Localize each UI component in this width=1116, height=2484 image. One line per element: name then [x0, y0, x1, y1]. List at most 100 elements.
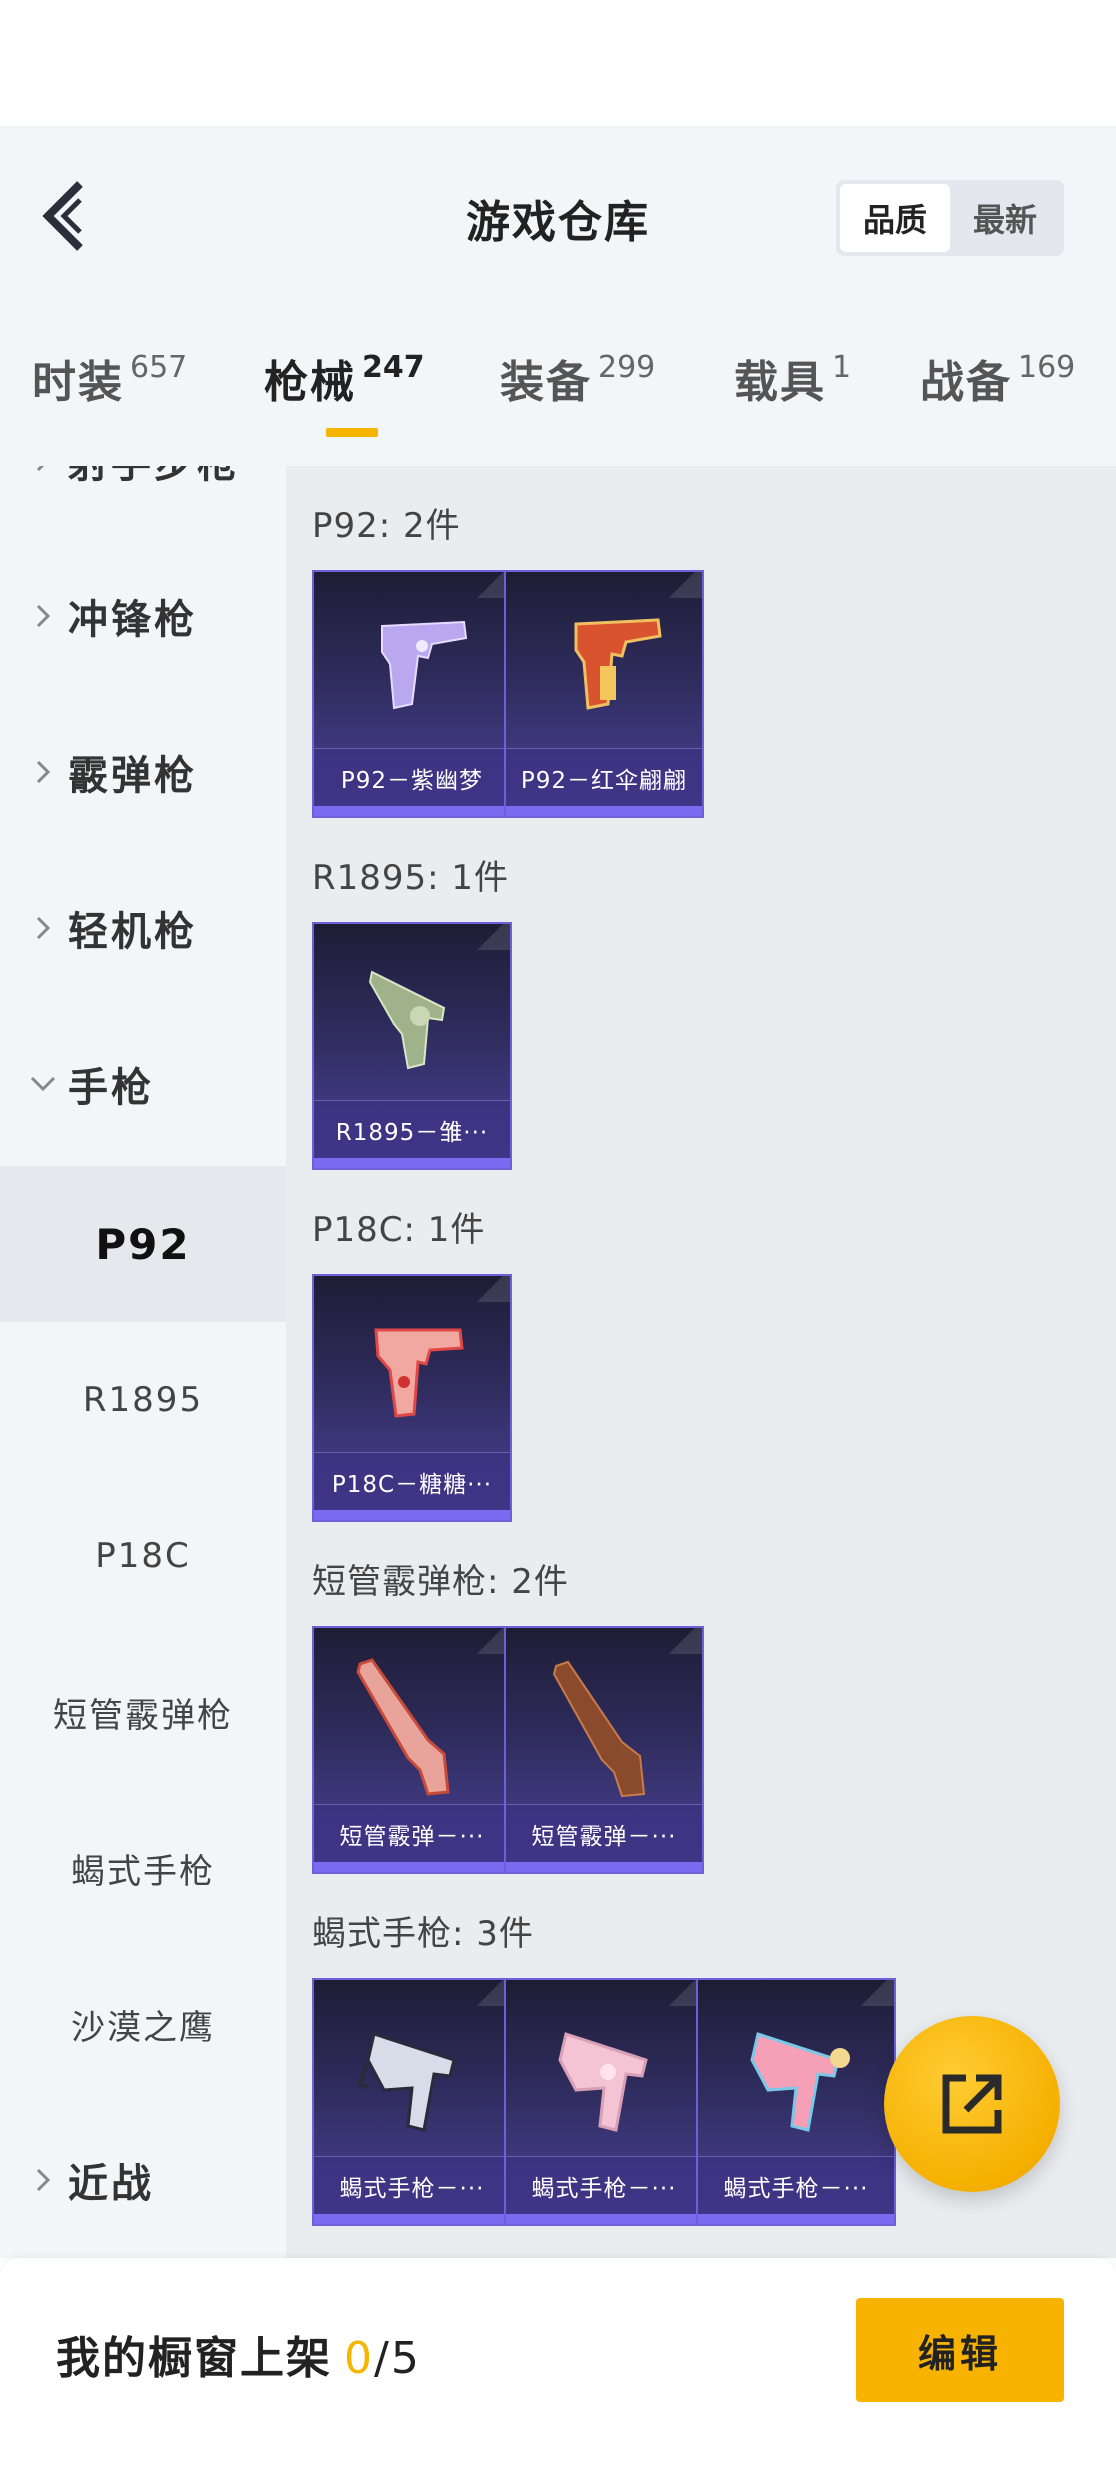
sidebar-subitem-desert-eagle[interactable]: 沙漠之鹰 [0, 1946, 286, 2102]
item-card[interactable]: 短管霰弹－··· [504, 1626, 704, 1874]
shotgun-skin-image [356, 1658, 450, 1796]
sidebar-item-smg[interactable]: 冲锋枪 [0, 538, 286, 694]
share-button[interactable] [884, 2016, 1060, 2192]
tab-vehicles[interactable]: 载具 1 [734, 346, 851, 410]
tab-count: 657 [130, 350, 188, 385]
item-name-bar: P92－红伞翩翩 [506, 748, 702, 806]
tab-count: 247 [362, 350, 425, 385]
tab-label: 时装 [32, 357, 124, 408]
shotgun-skin-image [552, 1660, 646, 1798]
sidebar-item-label: 霰弹枪 [68, 753, 197, 799]
item-name-bar: 短管霰弹－··· [506, 1804, 702, 1862]
sidebar-subitem-sawed-off[interactable]: 短管霰弹枪 [0, 1634, 286, 1790]
sidebar-subitem-skorpion[interactable]: 蝎式手枪 [0, 1790, 286, 1946]
item-name-bar: 短管霰弹－··· [314, 1804, 510, 1862]
chevron-down-icon [28, 1069, 58, 1099]
group-title: P18C: 1件 [312, 1210, 486, 1250]
item-name: 短管霰弹－··· [531, 1823, 677, 1850]
chevron-right-icon [28, 913, 58, 943]
tab-supplies[interactable]: 战备 169 [920, 346, 1075, 410]
pistol-skin-image [574, 618, 662, 710]
item-row: P18C－糖糖··· [312, 1274, 512, 1522]
chevron-right-icon [28, 466, 58, 475]
item-card[interactable]: 蝎式手枪－··· [696, 1978, 896, 2226]
group-title: R1895: 1件 [312, 858, 510, 898]
sidebar-subitem-p18c[interactable]: P18C [0, 1478, 286, 1634]
sidebar-subitem-label: R1895 [82, 1380, 204, 1420]
item-card[interactable]: P18C－糖糖··· [312, 1274, 512, 1522]
item-row: 蝎式手枪－··· 蝎式手枪－··· 蝎式手枪－··· [312, 1978, 896, 2226]
share-export-icon [942, 2074, 1002, 2134]
item-card[interactable]: P92－红伞翩翩 [504, 570, 704, 818]
item-name-bar: P92－紫幽梦 [314, 748, 510, 806]
tab-label: 载具 [734, 357, 826, 408]
active-tab-indicator [326, 428, 378, 437]
item-row: P92－紫幽梦 P92－红伞翩翩 [312, 570, 704, 818]
sidebar-item-label: 手枪 [68, 1065, 154, 1111]
app-header: 游戏仓库 品质 最新 [0, 126, 1116, 306]
tab-equipment[interactable]: 装备 299 [500, 346, 655, 410]
category-tabs: 时装 657 枪械 247 装备 299 载具 1 战备 169 [0, 306, 1116, 466]
item-name-bar: R1895－雏··· [314, 1100, 510, 1158]
item-card[interactable]: 蝎式手枪－··· [312, 1978, 512, 2226]
sidebar-item-pistol[interactable]: 手枪 [0, 1006, 286, 1162]
showcase-total-count: 5 [390, 2333, 421, 2384]
sidebar-subitem-label: 短管霰弹枪 [53, 1695, 233, 1736]
item-name: 蝎式手枪－··· [723, 2175, 869, 2202]
item-name: P92－红伞翩翩 [520, 767, 688, 794]
weapon-category-sidebar: 射手步枪 冲锋枪 霰弹枪 轻机枪 手枪 P92 R1895 P18C 短管霰弹枪… [0, 466, 286, 2258]
item-row: 短管霰弹－··· 短管霰弹－··· [312, 1626, 704, 1874]
chevron-right-icon [28, 601, 58, 631]
item-name: R1895－雏··· [335, 1119, 489, 1146]
sidebar-item-melee[interactable]: 近战 [0, 2102, 286, 2258]
item-name: P92－紫幽梦 [340, 767, 484, 794]
tab-count: 1 [832, 350, 852, 385]
showcase-label: 我的橱窗上架 [56, 2333, 332, 2384]
item-name: 短管霰弹－··· [339, 1823, 485, 1850]
item-card[interactable]: 蝎式手枪－··· [504, 1978, 704, 2226]
showcase-separator: / [374, 2333, 391, 2384]
item-name-bar: P18C－糖糖··· [314, 1452, 510, 1510]
item-name-bar: 蝎式手枪－··· [698, 2156, 894, 2214]
sidebar-subitem-label: 蝎式手枪 [71, 1851, 215, 1892]
item-name: 蝎式手枪－··· [339, 2175, 485, 2202]
sort-option-newest[interactable]: 最新 [950, 184, 1060, 252]
tab-count: 169 [1018, 350, 1076, 385]
status-bar [0, 0, 1116, 126]
sidebar-item-label: 冲锋枪 [68, 597, 197, 643]
sidebar-item-label: 轻机枪 [68, 909, 197, 955]
sidebar-subitem-label: P18C [95, 1536, 191, 1576]
chevron-right-icon [28, 2165, 58, 2195]
edit-button[interactable]: 编辑 [856, 2298, 1064, 2402]
sort-option-quality[interactable]: 品质 [840, 184, 950, 252]
sidebar-item-shotgun[interactable]: 霰弹枪 [0, 694, 286, 850]
item-name-bar: 蝎式手枪－··· [314, 2156, 510, 2214]
tab-count: 299 [598, 350, 656, 385]
item-name-bar: 蝎式手枪－··· [506, 2156, 702, 2214]
sidebar-subitem-label: P92 [95, 1219, 191, 1269]
item-name: P18C－糖糖··· [331, 1471, 493, 1498]
item-row: R1895－雏··· [312, 922, 512, 1170]
sidebar-item-label: 近战 [68, 2161, 154, 2207]
item-list: P92: 2件 P92－紫幽梦 P92－红伞翩翩 R1895: 1件 R1895… [286, 466, 1116, 2258]
smg-skin-image [558, 2032, 648, 2132]
item-card[interactable]: R1895－雏··· [312, 922, 512, 1170]
pistol-skin-image [374, 1328, 464, 1418]
tab-firearms[interactable]: 枪械 247 [264, 346, 425, 410]
item-card[interactable]: 短管霰弹－··· [312, 1626, 512, 1874]
chevron-right-icon [28, 757, 58, 787]
group-title: 蝎式手枪: 3件 [312, 1914, 534, 1954]
revolver-skin-image [368, 970, 446, 1070]
showcase-used-count: 0 [344, 2333, 374, 2384]
tab-fashion[interactable]: 时装 657 [32, 346, 187, 410]
sidebar-item-marksman-rifle[interactable]: 射手步枪 [0, 466, 286, 538]
item-name: 蝎式手枪－··· [531, 2175, 677, 2202]
item-card[interactable]: P92－紫幽梦 [312, 570, 512, 818]
sidebar-subitem-r1895[interactable]: R1895 [0, 1322, 286, 1478]
tab-label: 战备 [920, 357, 1012, 408]
smg-skin-image [357, 2032, 456, 2132]
sidebar-item-lmg[interactable]: 轻机枪 [0, 850, 286, 1006]
group-title: P92: 2件 [312, 506, 461, 546]
sidebar-subitem-p92[interactable]: P92 [0, 1166, 286, 1322]
sidebar-item-label: 射手步枪 [68, 466, 240, 489]
